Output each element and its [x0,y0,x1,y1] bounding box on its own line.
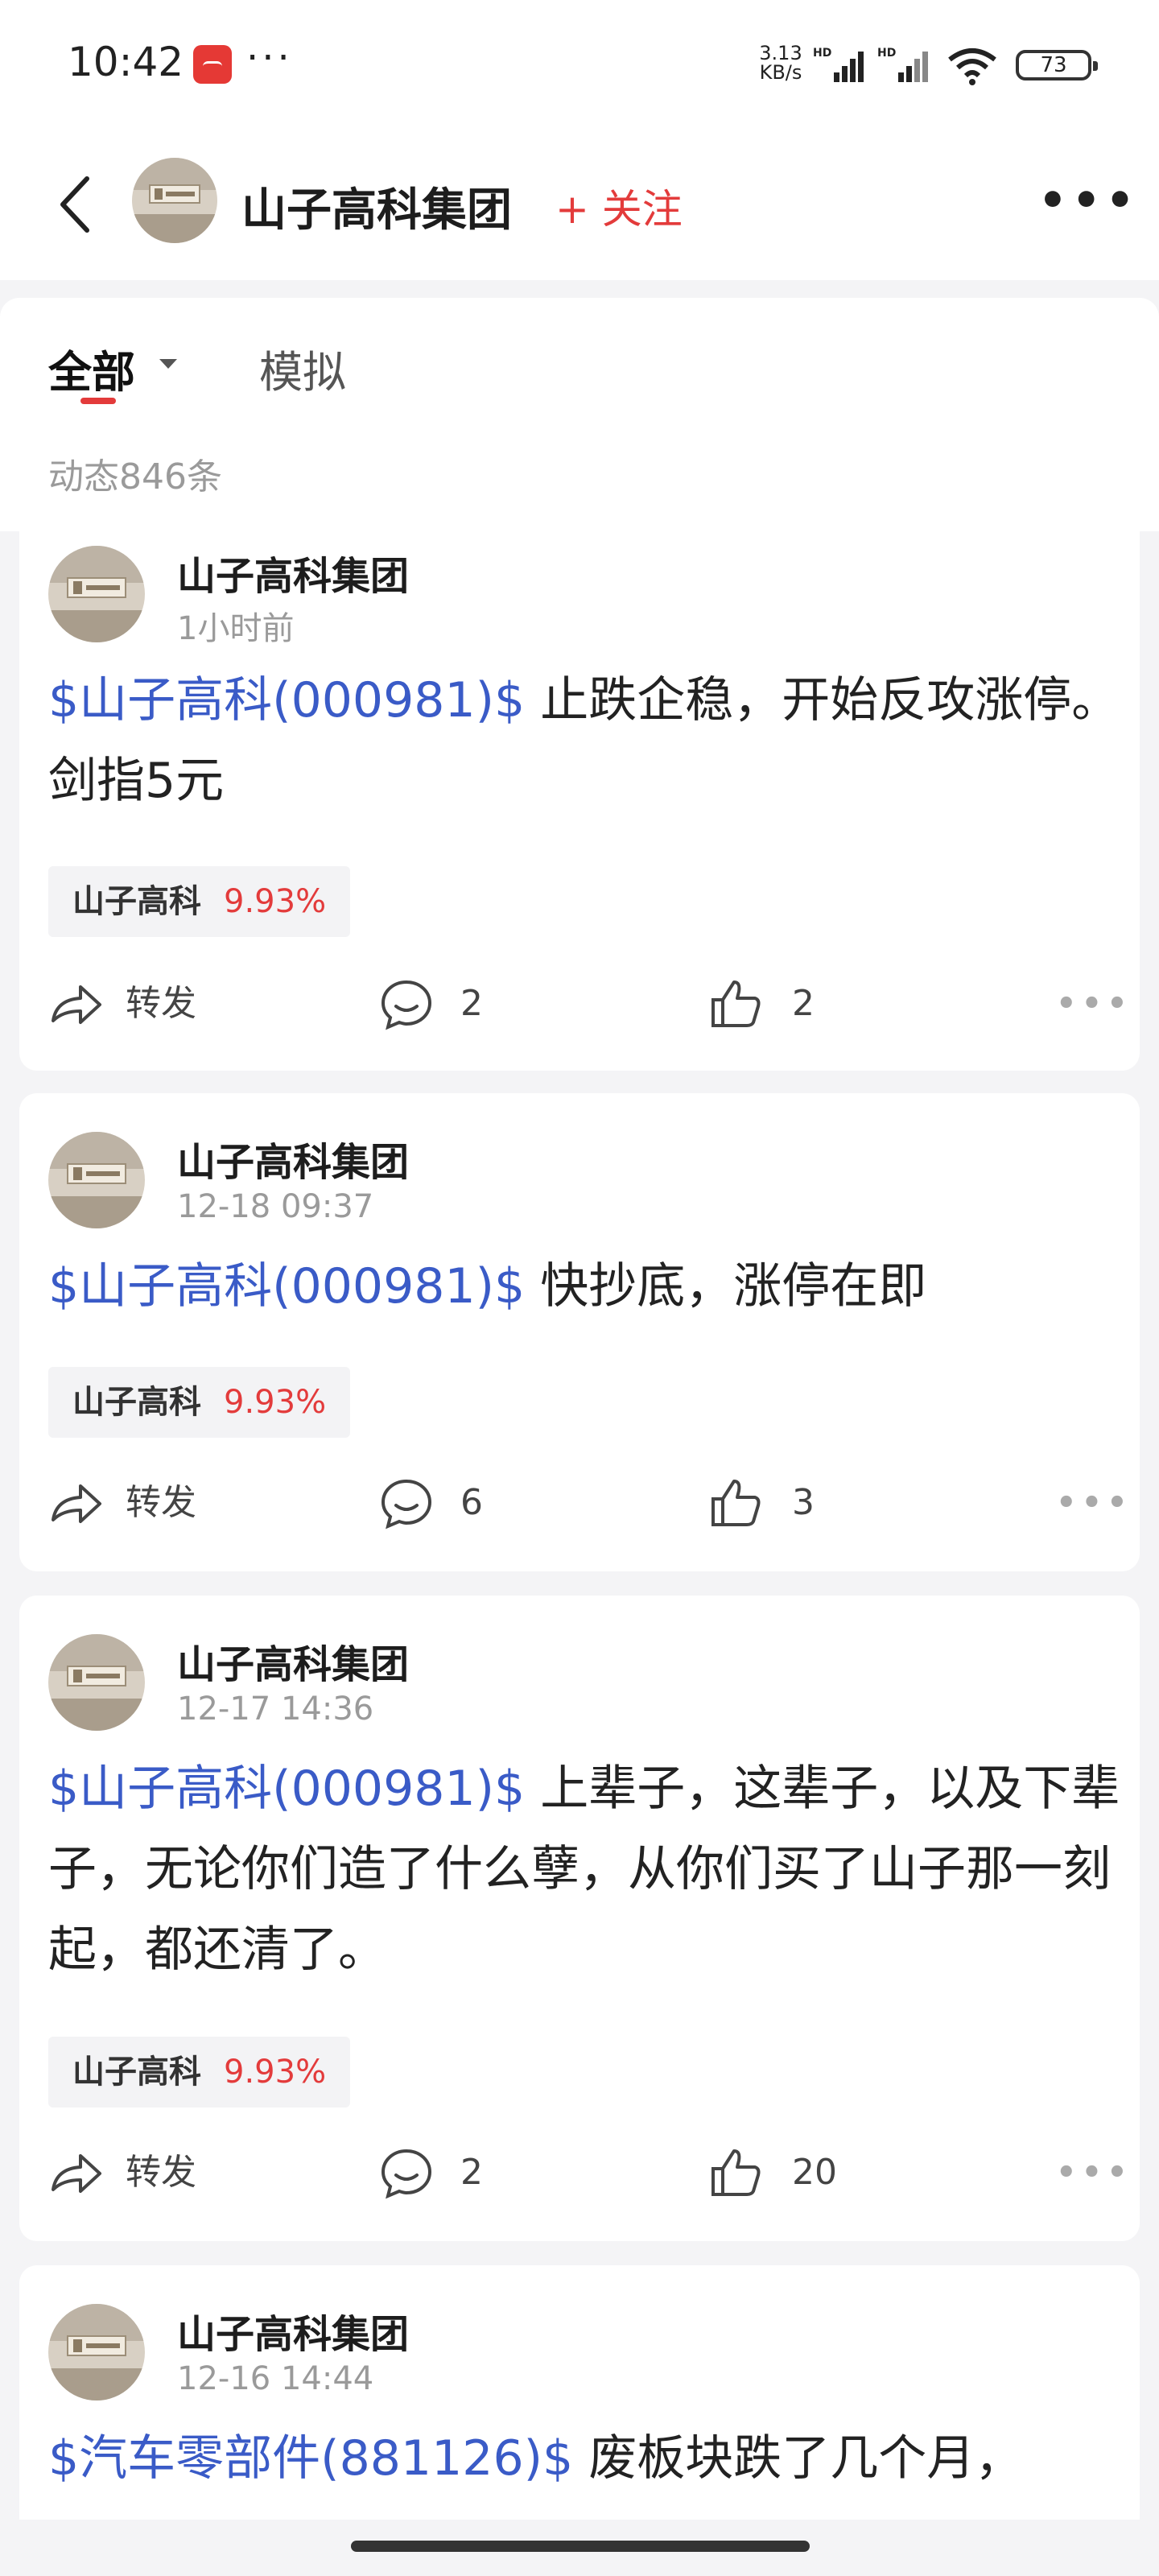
status-bar: 10:42 ··· 3.13 KB/s HD HD 73 [0,0,1159,129]
post-time: 12-18 09:37 [177,1188,374,1225]
comment-count[interactable]: 2 [460,976,483,1032]
post-time: 12-17 14:36 [177,1690,374,1728]
like-icon[interactable] [708,976,765,1032]
post-text: 废板块跌了几个月， [573,2430,1024,2487]
stock-change: 9.93% [224,2054,327,2091]
repost-button[interactable]: 转发 [126,1475,196,1531]
back-arrow-icon[interactable] [52,172,100,237]
post-author[interactable]: 山子高科集团 [177,1130,409,1187]
avatar[interactable] [132,158,217,243]
signal-icon: HD [813,47,864,82]
post-content[interactable]: $汽车零部件(881126)$ 废板块跌了几个月， [48,2418,1127,2499]
avatar[interactable] [48,2304,145,2401]
like-count[interactable]: 2 [792,976,815,1032]
like-icon[interactable] [708,2145,765,2201]
more-menu-button[interactable]: ••• [1038,177,1134,225]
app-notification-icon [193,45,232,84]
repost-button[interactable]: 转发 [126,976,196,1032]
share-icon[interactable] [48,976,105,1032]
stock-tag-link[interactable]: $山子高科(000981)$ [48,1761,525,1817]
filter-bar: 全部 模拟 动态846条 [0,298,1159,531]
stock-tag-link[interactable]: $汽车零部件(881126)$ [48,2430,573,2487]
post-author[interactable]: 山子高科集团 [177,544,409,601]
stock-change: 9.93% [224,883,327,920]
tab-all[interactable]: 全部 [48,336,135,400]
like-count[interactable]: 20 [792,2145,837,2201]
post-author[interactable]: 山子高科集团 [177,1633,409,1689]
post-author[interactable]: 山子高科集团 [177,2302,409,2359]
comment-count[interactable]: 2 [460,2145,483,2201]
comment-icon[interactable] [378,1475,435,1531]
post-card[interactable]: 山子高科集团 12-17 14:36 $山子高科(000981)$ 上辈子，这辈… [19,1596,1140,2241]
stock-name: 山子高科 [72,1384,201,1421]
post-content[interactable]: $山子高科(000981)$ 快抄底，涨停在即 [48,1246,1127,1327]
home-indicator[interactable] [351,2541,810,2552]
stock-tag-link[interactable]: $山子高科(000981)$ [48,1258,525,1315]
chevron-down-icon[interactable] [159,359,177,369]
svg-text:HD: HD [813,47,831,60]
repost-button[interactable]: 转发 [126,2145,196,2201]
net-speed: 3.13 KB/s [757,43,805,82]
profile-header: 山子高科集团 + 关注 ••• [0,129,1159,280]
post-more-button[interactable]: ••• [1056,1475,1128,1531]
signal-icon: HD [877,47,928,82]
stock-change: 9.93% [224,1384,327,1421]
stock-name: 山子高科 [72,2054,201,2091]
wifi-icon [948,48,996,85]
stock-chip[interactable]: 山子高科 9.93% [48,1367,351,1438]
stock-chip[interactable]: 山子高科 9.93% [48,2037,351,2107]
follow-button[interactable]: + 关注 [555,177,683,235]
post-text: 快抄底，涨停在即 [525,1258,927,1315]
post-content[interactable]: $山子高科(000981)$ 上辈子，这辈子，以及下辈子，无论你们造了什么孽，从… [48,1748,1127,1990]
post-more-button[interactable]: ••• [1056,976,1128,1032]
share-icon[interactable] [48,2145,105,2201]
post-card[interactable]: 山子高科集团 1小时前 $山子高科(000981)$ 止跌企稳，开始反攻涨停。剑… [19,523,1140,1071]
battery-icon: 73 [1016,50,1098,80]
net-speed-unit: KB/s [759,61,802,84]
like-icon[interactable] [708,1475,765,1531]
post-content[interactable]: $山子高科(000981)$ 止跌企稳，开始反攻涨停。剑指5元 [48,660,1127,821]
stock-name: 山子高科 [72,883,201,920]
comment-count[interactable]: 6 [460,1475,483,1531]
stock-chip[interactable]: 山子高科 9.93% [48,866,351,937]
comment-icon[interactable] [378,976,435,1032]
like-count[interactable]: 3 [792,1475,815,1531]
stock-tag-link[interactable]: $山子高科(000981)$ [48,672,525,729]
avatar[interactable] [48,1132,145,1228]
tab-simulated[interactable]: 模拟 [259,336,346,400]
status-time: 10:42 [68,39,184,85]
avatar[interactable] [48,546,145,642]
active-tab-indicator [80,398,116,404]
post-time: 12-16 14:44 [177,2360,374,2397]
post-card[interactable]: 山子高科集团 12-18 09:37 $山子高科(000981)$ 快抄底，涨停… [19,1093,1140,1571]
share-icon[interactable] [48,1475,105,1531]
post-more-button[interactable]: ••• [1056,2145,1128,2201]
comment-icon[interactable] [378,2145,435,2201]
net-speed-value: 3.13 [759,42,802,64]
status-more: ··· [246,35,293,80]
post-time: 1小时前 [177,610,295,647]
page-title: 山子高科集团 [241,184,512,237]
post-count: 动态846条 [48,456,222,497]
avatar[interactable] [48,1634,145,1731]
svg-text:HD: HD [877,47,896,60]
